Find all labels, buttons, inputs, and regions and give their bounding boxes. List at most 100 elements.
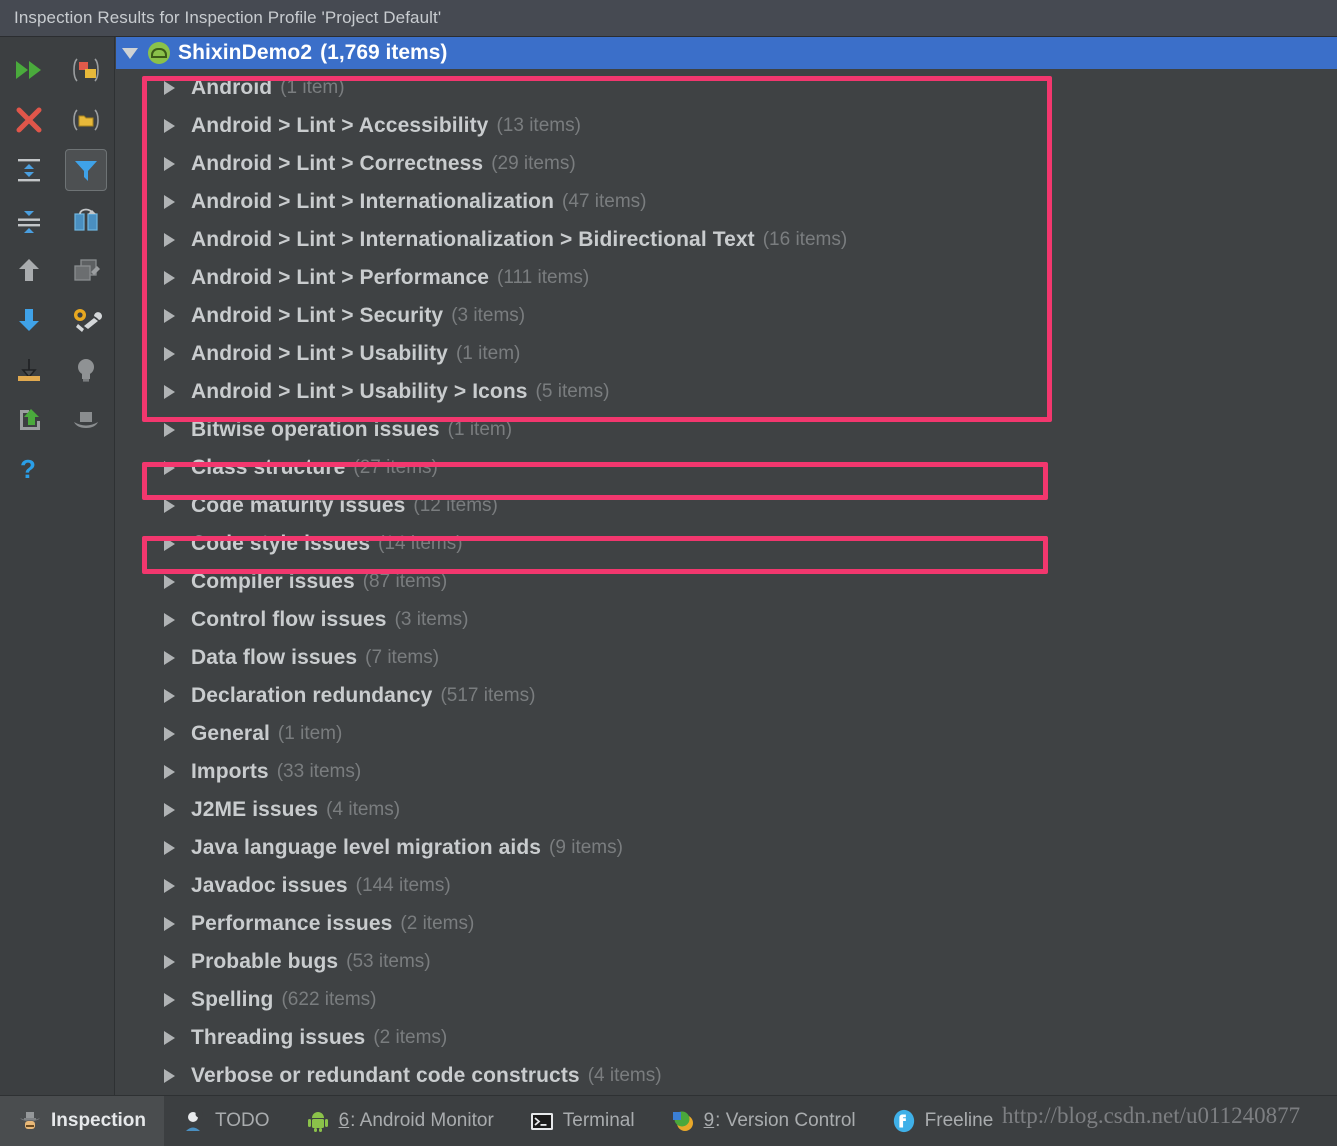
chevron-right-icon[interactable] xyxy=(164,499,175,513)
tree-row[interactable]: Probable bugs (53 items) xyxy=(116,943,1337,981)
chevron-right-icon[interactable] xyxy=(164,879,175,893)
status-tab-android-monitor[interactable]: 6 : Android Monitor xyxy=(288,1096,512,1146)
quick-fix-button[interactable] xyxy=(57,345,114,395)
chevron-right-icon[interactable] xyxy=(164,423,175,437)
status-tab-todo[interactable]: TODO xyxy=(164,1096,288,1146)
chevron-right-icon[interactable] xyxy=(164,461,175,475)
tree-node-label: Android > Lint > Security xyxy=(191,304,444,327)
group-by-severity-button[interactable] xyxy=(57,45,114,95)
tree-row[interactable]: Android > Lint > Performance (111 items) xyxy=(116,259,1337,297)
tree-node-count: (2 items) xyxy=(400,913,475,934)
tree-node-count: (53 items) xyxy=(346,951,431,972)
chevron-right-icon[interactable] xyxy=(164,271,175,285)
tree-row-root[interactable]: ShixinDemo2 (1,769 items) xyxy=(116,37,1337,69)
chevron-right-icon[interactable] xyxy=(164,309,175,323)
chevron-right-icon[interactable] xyxy=(164,765,175,779)
chevron-right-icon[interactable] xyxy=(164,841,175,855)
chevron-right-icon[interactable] xyxy=(164,81,175,95)
tree-node-label: Code style issues xyxy=(191,532,371,555)
tree-node-label: Android > Lint > Correctness xyxy=(191,152,484,175)
expand-all-button[interactable] xyxy=(0,145,57,195)
status-tab-inspection[interactable]: Inspection xyxy=(0,1095,165,1146)
chevron-right-icon[interactable] xyxy=(164,195,175,209)
chevron-right-icon[interactable] xyxy=(164,1031,175,1045)
tree-row[interactable]: Spelling (622 items) xyxy=(116,981,1337,1019)
chevron-right-icon[interactable] xyxy=(164,993,175,1007)
chevron-right-icon[interactable] xyxy=(164,385,175,399)
chevron-right-icon[interactable] xyxy=(164,157,175,171)
tree-row[interactable]: J2ME issues (4 items) xyxy=(116,791,1337,829)
tree-row[interactable]: Data flow issues (7 items) xyxy=(116,639,1337,677)
tree-row[interactable]: Verbose or redundant code constructs (4 i… xyxy=(116,1057,1337,1095)
chevron-down-icon[interactable] xyxy=(122,47,138,59)
tree-row[interactable]: Java language level migration aids (9 ite… xyxy=(116,829,1337,867)
tree-row[interactable]: Class structure (27 items) xyxy=(116,449,1337,487)
chevron-right-icon[interactable] xyxy=(164,347,175,361)
status-tab-terminal[interactable]: Terminal xyxy=(512,1096,653,1146)
tree-row[interactable]: Control flow issues (3 items) xyxy=(116,601,1337,639)
close-button[interactable] xyxy=(0,95,57,145)
tree-row[interactable]: Code style issues (14 items) xyxy=(116,525,1337,563)
chevron-right-icon[interactable] xyxy=(164,537,175,551)
open-in-browser-button[interactable] xyxy=(0,395,57,445)
chevron-right-icon[interactable] xyxy=(164,727,175,741)
chevron-right-icon[interactable] xyxy=(164,613,175,627)
status-tab-android-monitor-number: 6 xyxy=(338,1110,350,1131)
status-tab-inspection-label: Inspection xyxy=(51,1110,147,1131)
chevron-right-icon[interactable] xyxy=(164,689,175,703)
tree-row[interactable]: Android > Lint > Usability > Icons (5 ite… xyxy=(116,373,1337,411)
chevron-right-icon[interactable] xyxy=(164,233,175,247)
inspection-tree[interactable]: ShixinDemo2 (1,769 items) Android (1 item… xyxy=(116,37,1337,1095)
tree-row[interactable]: Android (1 item) xyxy=(116,69,1337,107)
yellow-folder-icon xyxy=(65,99,107,141)
tree-node-count: (1 item) xyxy=(447,419,513,440)
collapse-all-button[interactable] xyxy=(0,195,57,245)
status-tab-version-control[interactable]: 9 : Version Control xyxy=(653,1096,874,1146)
tree-row[interactable]: Android > Lint > Accessibility (13 items) xyxy=(116,107,1337,145)
tree-row[interactable]: Compiler issues (87 items) xyxy=(116,563,1337,601)
status-tab-freeline[interactable]: Freeline xyxy=(874,1096,1012,1146)
group-by-directory-button[interactable] xyxy=(57,95,114,145)
edit-settings-button[interactable] xyxy=(57,245,114,295)
tree-row[interactable]: Bitwise operation issues (1 item) xyxy=(116,411,1337,449)
tree-row[interactable]: Android > Lint > Usability (1 item) xyxy=(116,335,1337,373)
expand-all-icon xyxy=(8,149,50,191)
tree-row[interactable]: Imports (33 items) xyxy=(116,753,1337,791)
chevron-right-icon[interactable] xyxy=(164,651,175,665)
tree-node-count: (14 items) xyxy=(378,533,463,554)
compare-snapshot-button[interactable] xyxy=(57,195,114,245)
tree-row[interactable]: General (1 item) xyxy=(116,715,1337,753)
tree-node-count: (517 items) xyxy=(440,685,536,706)
chevron-right-icon[interactable] xyxy=(164,119,175,133)
export-button[interactable] xyxy=(0,345,57,395)
rerun-inspection-button[interactable] xyxy=(0,45,57,95)
suppress-button[interactable] xyxy=(57,395,114,445)
tree-node-count: (7 items) xyxy=(365,647,440,668)
inspection-settings-button[interactable] xyxy=(57,295,114,345)
next-occurrence-button[interactable] xyxy=(0,295,57,345)
todo-person-icon xyxy=(182,1109,206,1133)
tree-row[interactable]: Declaration redundancy (517 items) xyxy=(116,677,1337,715)
tree-row[interactable]: Android > Lint > Correctness (29 items) xyxy=(116,145,1337,183)
tree-row[interactable]: Android > Lint > Security (3 items) xyxy=(116,297,1337,335)
tree-row[interactable]: Threading issues (2 items) xyxy=(116,1019,1337,1057)
chevron-right-icon[interactable] xyxy=(164,575,175,589)
tree-row[interactable]: Android > Lint > Internationalization (47… xyxy=(116,183,1337,221)
tree-row[interactable]: Performance issues (2 items) xyxy=(116,905,1337,943)
status-tab-android-monitor-label: : Android Monitor xyxy=(350,1110,494,1131)
toolbar-row xyxy=(0,245,114,295)
previous-occurrence-button[interactable] xyxy=(0,245,57,295)
chevron-right-icon[interactable] xyxy=(164,803,175,817)
toolbar-row xyxy=(0,45,114,95)
help-button[interactable]: ? xyxy=(0,445,57,495)
chevron-right-icon[interactable] xyxy=(164,955,175,969)
status-tab-terminal-label: Terminal xyxy=(562,1110,635,1131)
tree-row[interactable]: Android > Lint > Internationalization > … xyxy=(116,221,1337,259)
tree-row[interactable]: Javadoc issues (144 items) xyxy=(116,867,1337,905)
chevron-right-icon[interactable] xyxy=(164,1069,175,1083)
filter-resolved-button[interactable] xyxy=(57,145,114,195)
tree-node-label: Java language level migration aids xyxy=(191,836,542,859)
chevron-right-icon[interactable] xyxy=(164,917,175,931)
tree-row[interactable]: Code maturity issues (12 items) xyxy=(116,487,1337,525)
tree-node-count: (622 items) xyxy=(281,989,377,1010)
